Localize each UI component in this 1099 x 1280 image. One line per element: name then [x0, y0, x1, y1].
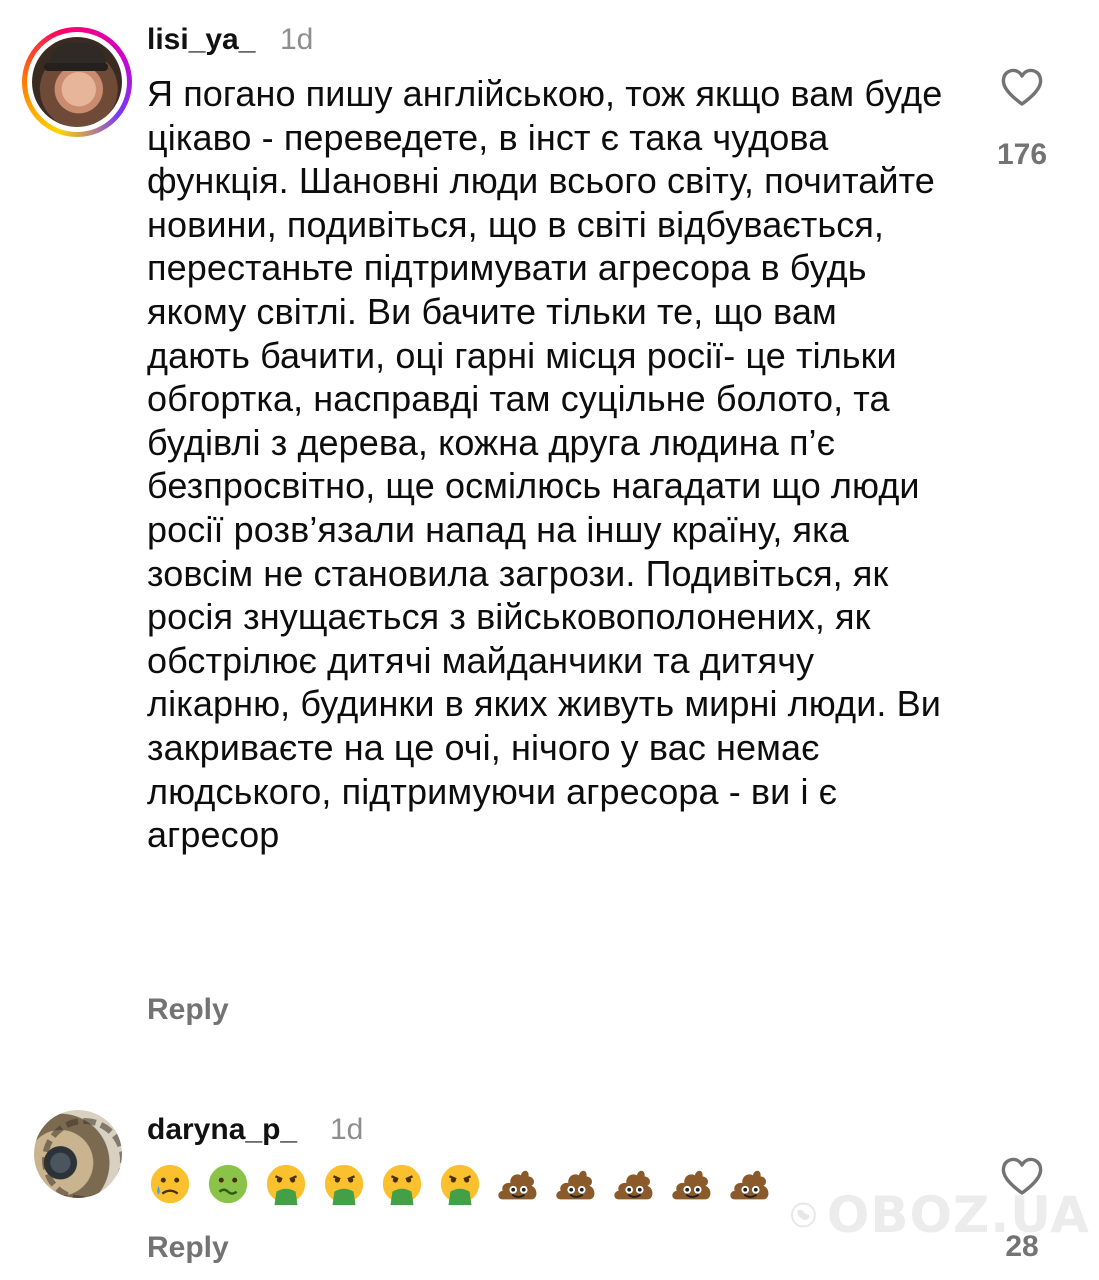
comment-timestamp: 1d	[280, 23, 314, 56]
comment-timestamp: 1d	[330, 1113, 364, 1146]
comment-text: Я погано пишу англійською, тож якщо вам …	[147, 73, 943, 856]
avatar-story-ring[interactable]	[22, 27, 132, 137]
crying-face-icon	[150, 1164, 190, 1204]
nauseated-face-icon	[208, 1164, 248, 1204]
vomiting-face-icon	[382, 1164, 422, 1206]
avatar[interactable]	[34, 1110, 122, 1198]
comment-item: lisi_ya_ 1d Я погано пишу англійською, т…	[0, 0, 1099, 1090]
pile-of-poo-icon	[556, 1170, 595, 1200]
pile-of-poo-icon	[498, 1170, 537, 1200]
comment-username[interactable]: daryna_p_	[147, 1113, 297, 1147]
globe-logo-icon	[790, 1202, 816, 1228]
reply-button[interactable]: Reply	[147, 993, 229, 1027]
pile-of-poo-icon	[614, 1170, 653, 1200]
comment-username[interactable]: lisi_ya_	[147, 23, 255, 57]
avatar	[32, 37, 122, 127]
pile-of-poo-icon	[672, 1170, 711, 1200]
comment-emoji-row	[147, 1156, 773, 1212]
reply-button[interactable]: Reply	[147, 1231, 229, 1265]
like-count: 176	[996, 138, 1048, 171]
vomiting-face-icon	[440, 1164, 480, 1206]
vomiting-face-icon	[266, 1164, 306, 1206]
vomiting-face-icon	[324, 1164, 364, 1206]
watermark-text: OBOZ.UA	[826, 1186, 1090, 1244]
heart-icon[interactable]	[998, 63, 1046, 111]
watermark: OBOZ.UA	[790, 1170, 1090, 1260]
pile-of-poo-icon	[730, 1170, 769, 1200]
